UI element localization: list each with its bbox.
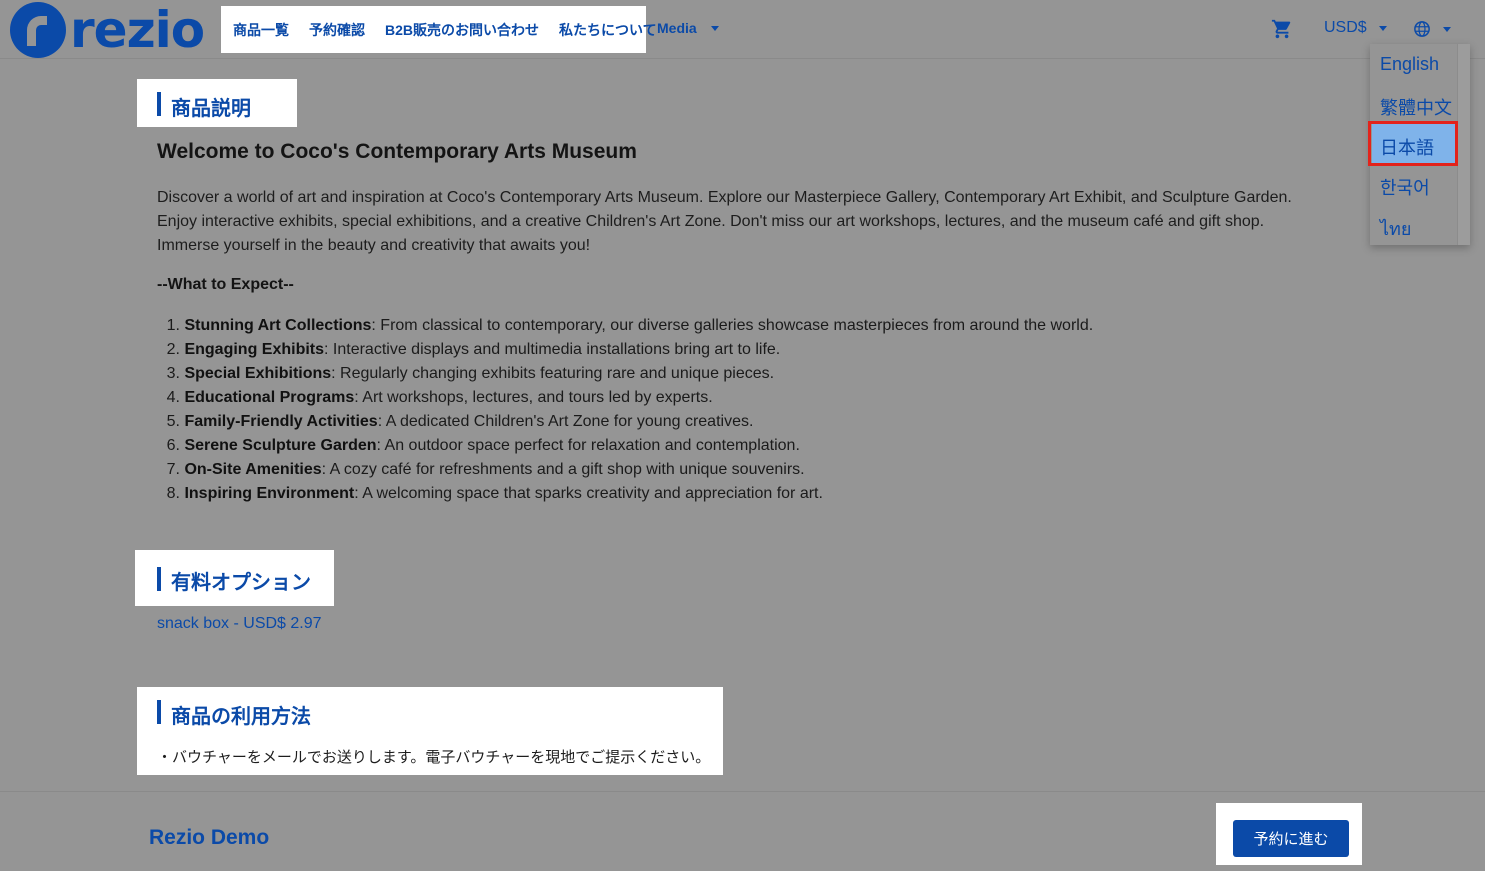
highlight-outline xyxy=(1368,121,1458,166)
section-accent-bar xyxy=(157,700,161,724)
list-item: 3. Special Exhibitions: Regularly changi… xyxy=(166,365,775,382)
voucher-note: ・バウチャーをメールでお送りします。電子バウチャーを現地でご提示ください。 xyxy=(157,749,711,766)
section-accent-bar xyxy=(157,567,161,591)
list-item: 6. Serene Sculpture Garden: An outdoor s… xyxy=(166,437,800,454)
logo-mark-icon xyxy=(10,2,66,58)
description-line: Immerse yourself in the beauty and creat… xyxy=(157,237,591,254)
language-option-korean[interactable]: 한국어 xyxy=(1380,174,1430,200)
list-item: 8. Inspiring Environment: A welcoming sp… xyxy=(166,485,823,502)
list-item: 5. Family-Friendly Activities: A dedicat… xyxy=(166,413,754,430)
language-option-traditional-chinese[interactable]: 繁體中文 xyxy=(1380,94,1452,120)
language-option-english[interactable]: English xyxy=(1380,54,1439,75)
language-selector[interactable] xyxy=(1413,20,1451,38)
chevron-down-icon xyxy=(1378,25,1387,31)
nav-b2b-inquiry[interactable]: B2B販売のお問い合わせ xyxy=(375,20,549,40)
book-button-container: 予約に進む xyxy=(1216,803,1362,865)
nav-booking-check[interactable]: 予約確認 xyxy=(299,20,375,40)
product-description: Discover a world of art and inspiration … xyxy=(157,186,1357,258)
section-accent-bar xyxy=(157,92,161,116)
globe-icon xyxy=(1414,21,1430,37)
description-line: Enjoy interactive exhibits, special exhi… xyxy=(157,213,1265,230)
section-header-description: 商品説明 xyxy=(137,79,297,127)
section-title-description: 商品説明 xyxy=(171,98,251,120)
rezio-logo[interactable]: rezio xyxy=(10,1,205,59)
nav-about-us[interactable]: 私たちについて xyxy=(549,20,667,40)
expect-heading: --What to Expect-- xyxy=(157,276,294,293)
main-nav: 商品一覧 予約確認 B2B販売のお問い合わせ 私たちについて xyxy=(221,6,657,53)
brand-name: Rezio Demo xyxy=(149,826,270,849)
chevron-down-icon xyxy=(1443,26,1451,32)
section-title-usage: 商品の利用方法 xyxy=(171,706,311,728)
chevron-down-icon xyxy=(710,25,719,31)
list-item: 1. Stunning Art Collections: From classi… xyxy=(166,317,1094,334)
expect-list: 1. Stunning Art Collections: From classi… xyxy=(157,314,1094,506)
section-title-options: 有料オプション xyxy=(171,572,311,594)
currency-label: USD$ xyxy=(1324,19,1367,36)
language-option-thai[interactable]: ไทย xyxy=(1380,214,1411,243)
media-dropdown[interactable]: Media xyxy=(657,20,719,36)
language-menu-scrollbar[interactable] xyxy=(1457,44,1470,245)
product-title: Welcome to Coco's Contemporary Arts Muse… xyxy=(157,140,637,163)
list-item: 7. On-Site Amenities: A cozy café for re… xyxy=(166,461,805,478)
nav-products[interactable]: 商品一覧 xyxy=(221,20,299,40)
list-item: 4. Educational Programs: Art workshops, … xyxy=(166,389,713,406)
description-line: Discover a world of art and inspiration … xyxy=(157,189,1292,206)
currency-selector[interactable]: USD$ xyxy=(1324,19,1387,37)
logo-wordmark: rezio xyxy=(70,1,205,59)
snack-box-option-link[interactable]: snack box - USD$ 2.97 xyxy=(157,615,322,633)
section-header-options: 有料オプション xyxy=(135,550,334,606)
media-label: Media xyxy=(657,20,697,36)
list-item: 2. Engaging Exhibits: Interactive displa… xyxy=(166,341,781,358)
cart-icon[interactable] xyxy=(1270,18,1294,40)
proceed-to-booking-button[interactable]: 予約に進む xyxy=(1233,820,1349,857)
